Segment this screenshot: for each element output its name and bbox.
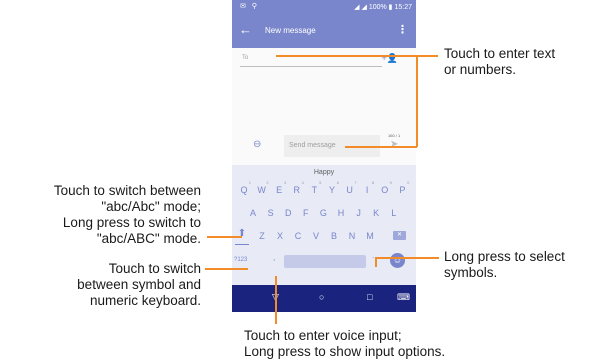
- space-bar[interactable]: [284, 255, 366, 268]
- callout-voice-input-line-1: Touch to enter voice input;: [244, 328, 402, 343]
- key-u[interactable]: U7: [342, 179, 358, 201]
- character-counter: 160 / 1: [388, 133, 401, 138]
- callout-line-symbols-down: [375, 257, 377, 267]
- key-hint-0: 0: [407, 180, 410, 185]
- callout-select-symbols: Long press to select symbols.: [444, 249, 565, 281]
- phone-screenshot: ✉ ⚲ ◢ ◢ 100% ▮ 15:27 ← New message ⋮ To …: [232, 0, 416, 312]
- key-hint-3: 3: [283, 180, 287, 185]
- key-j[interactable]: J: [351, 202, 367, 224]
- key-w[interactable]: W2: [254, 179, 270, 201]
- key-i[interactable]: I8: [359, 179, 375, 201]
- key-hint-4: 4: [301, 180, 304, 185]
- key-h[interactable]: H: [333, 202, 349, 224]
- key-l[interactable]: L: [386, 202, 402, 224]
- app-bar: ← New message ⋮: [232, 14, 416, 48]
- nav-recents-icon[interactable]: □: [367, 292, 372, 302]
- callout-line-mode: [207, 236, 242, 238]
- key-b[interactable]: B: [326, 225, 342, 247]
- key-hint-5: 5: [319, 180, 322, 185]
- navigation-bar: ▽ ○ □ ⌨: [232, 285, 416, 312]
- backspace-icon[interactable]: ✕: [393, 231, 406, 240]
- overflow-menu-icon[interactable]: ⋮: [397, 23, 408, 36]
- status-right-info: ◢ ◢ 100% ▮ 15:27: [354, 4, 412, 11]
- recipient-field[interactable]: To +👤: [240, 51, 408, 67]
- callout-switch-keyboard: Touch to switch between symbol and numer…: [77, 261, 201, 309]
- key-q[interactable]: Q1: [236, 179, 252, 201]
- callout-switch-keyboard-line-3: numeric keyboard.: [89, 293, 201, 308]
- key-m[interactable]: M: [362, 225, 378, 247]
- callout-switch-keyboard-line-2: between symbol and: [77, 277, 201, 292]
- key-t[interactable]: T5: [306, 179, 322, 201]
- key-x[interactable]: X: [272, 225, 288, 247]
- key-g[interactable]: G: [315, 202, 331, 224]
- callout-enter-text-line-2: or numbers.: [444, 62, 517, 77]
- period-key[interactable]: .: [372, 251, 374, 260]
- suggestion-strip[interactable]: Happy: [232, 165, 416, 180]
- key-d[interactable]: D: [280, 202, 296, 224]
- attach-icon[interactable]: ⊖: [253, 139, 261, 150]
- message-placeholder: Send message: [289, 142, 336, 149]
- callout-switch-mode-line-4: "abc/ABC" mode.: [96, 231, 201, 246]
- key-hint-9: 9: [389, 180, 392, 185]
- nav-home-icon[interactable]: ○: [319, 292, 324, 302]
- key-hint-7: 7: [354, 180, 357, 185]
- callout-switch-mode-line-2: "abc/Abc" mode;: [101, 199, 201, 214]
- key-s[interactable]: S: [263, 202, 279, 224]
- callout-line-text-bottom: [345, 146, 417, 148]
- key-o[interactable]: O9: [377, 179, 393, 201]
- to-label: To: [242, 55, 249, 61]
- keyboard-row-3: ⬆ ✕ ZXCVBNM: [232, 225, 416, 247]
- comma-key[interactable]: ,: [273, 253, 275, 262]
- callout-switch-mode-line-3: Long press to switch to: [62, 215, 201, 230]
- key-a[interactable]: A: [245, 202, 261, 224]
- keyboard-row-4: ?123 , . ☺: [232, 251, 416, 273]
- callout-enter-text-line-1: Touch to enter text: [444, 46, 556, 61]
- key-p[interactable]: P0: [394, 179, 410, 201]
- key-z[interactable]: Z: [254, 225, 270, 247]
- callout-line-keyboard: [205, 268, 248, 270]
- callout-switch-mode-line-1: Touch to switch between: [53, 183, 201, 198]
- callout-select-symbols-line-2: symbols.: [444, 265, 498, 280]
- key-c[interactable]: C: [290, 225, 306, 247]
- key-hint-8: 8: [371, 180, 375, 185]
- callout-switch-mode: Touch to switch between "abc/Abc" mode; …: [54, 183, 201, 247]
- back-arrow-icon[interactable]: ←: [239, 22, 252, 37]
- callout-line-text-top: [276, 55, 438, 57]
- keyboard-row-2: ASDFGHJKL: [232, 202, 416, 224]
- status-left-icons: ✉ ⚲: [240, 3, 259, 10]
- send-icon[interactable]: ➤: [390, 139, 398, 150]
- key-f[interactable]: F: [298, 202, 314, 224]
- key-k[interactable]: K: [368, 202, 384, 224]
- callout-switch-keyboard-line-1: Touch to switch: [108, 261, 201, 276]
- status-bar: ✉ ⚲ ◢ ◢ 100% ▮ 15:27: [232, 0, 416, 14]
- callout-line-voice: [275, 276, 277, 324]
- to-underline: [240, 66, 382, 67]
- callout-voice-input-line-2: Long press to show input options.: [244, 344, 446, 359]
- callout-line-text-vertical: [416, 55, 418, 147]
- key-hint-6: 6: [336, 180, 339, 185]
- keyboard-switch-icon[interactable]: ⌨: [397, 292, 410, 303]
- key-hint-1: 1: [248, 180, 251, 185]
- callout-select-symbols-line-1: Long press to select: [444, 249, 565, 264]
- symbol-numeric-key[interactable]: ?123: [234, 257, 247, 263]
- emoji-icon[interactable]: ☺: [390, 253, 405, 268]
- callout-line-symbols: [375, 257, 439, 259]
- key-v[interactable]: V: [308, 225, 324, 247]
- key-y[interactable]: Y6: [324, 179, 340, 201]
- callout-enter-text: Touch to enter text or numbers.: [444, 46, 555, 78]
- callout-voice-input: Touch to enter voice input; Long press t…: [244, 328, 445, 360]
- key-e[interactable]: E3: [271, 179, 287, 201]
- keyboard-row-1: Q1W2E3R4T5Y6U7I8O9P0: [232, 179, 416, 201]
- key-r[interactable]: R4: [289, 179, 305, 201]
- key-hint-2: 2: [266, 180, 269, 185]
- key-n[interactable]: N: [344, 225, 360, 247]
- on-screen-keyboard: Happy Q1W2E3R4T5Y6U7I8O9P0 ASDFGHJKL ⬆ ✕…: [232, 165, 416, 285]
- page-title: New message: [265, 26, 316, 35]
